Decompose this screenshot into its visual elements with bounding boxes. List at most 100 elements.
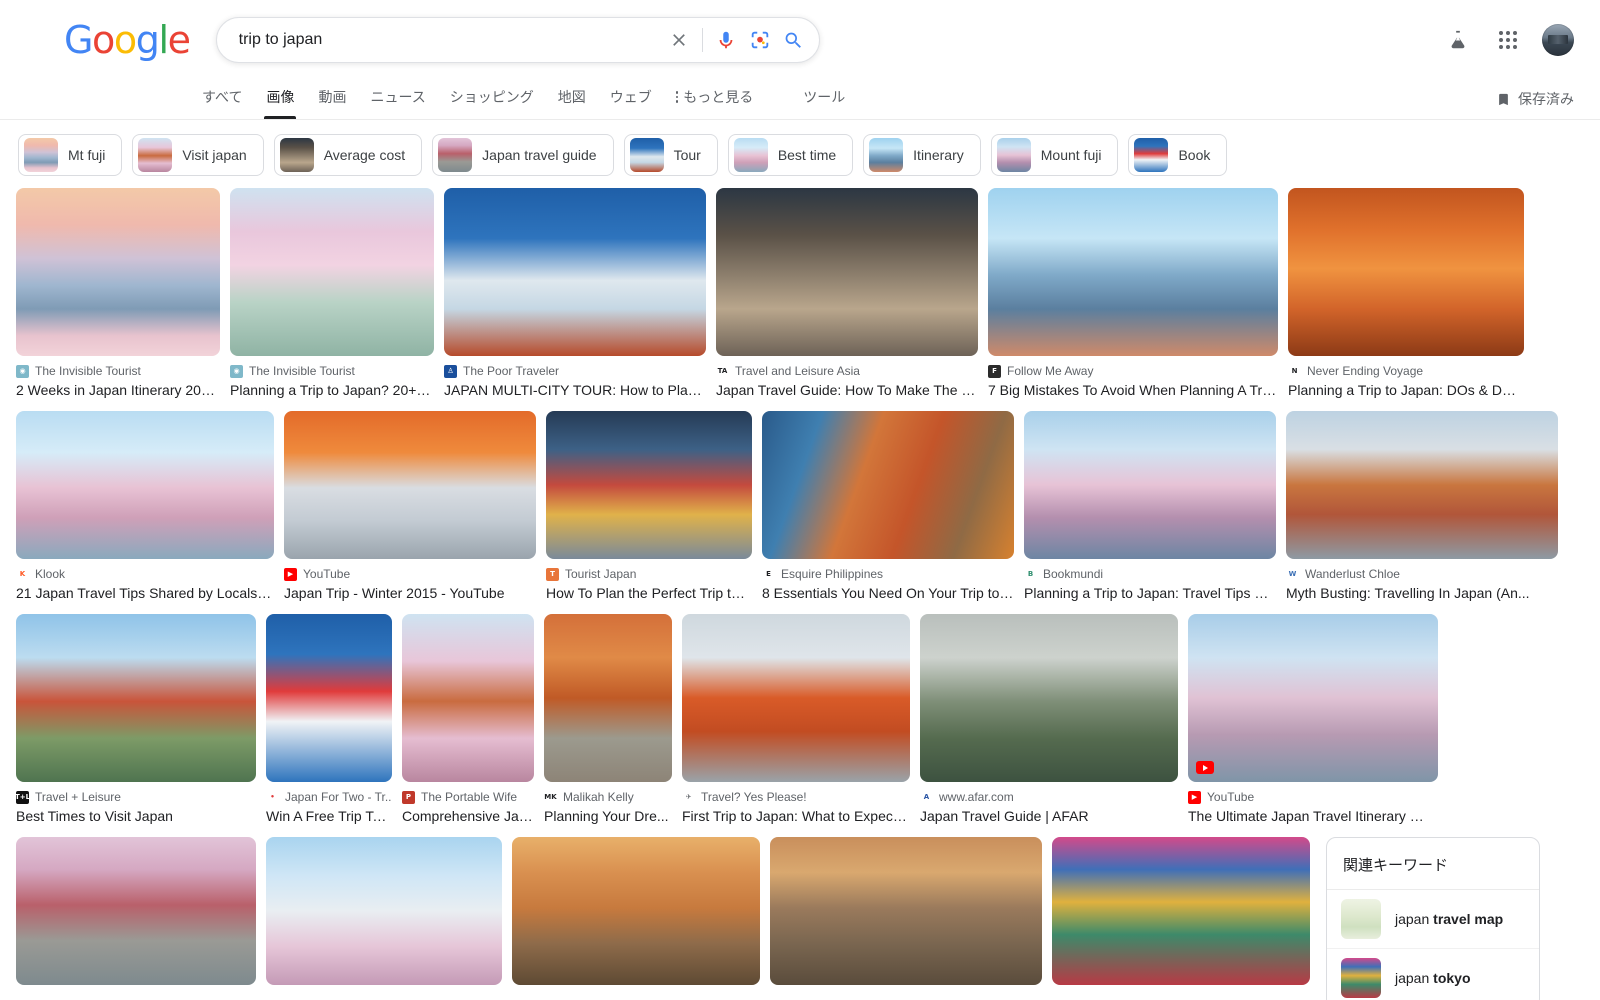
result-title[interactable]: 7 Big Mistakes To Avoid When Planning A … bbox=[988, 381, 1278, 399]
result-title[interactable]: 2 Weeks in Japan Itinerary 2024:... bbox=[16, 381, 220, 399]
google-apps-grid-icon[interactable] bbox=[1492, 24, 1524, 56]
microphone-icon[interactable] bbox=[709, 23, 743, 57]
result-title[interactable]: 8 Essentials You Need On Your Trip to Ja… bbox=[762, 584, 1014, 602]
search-box[interactable] bbox=[215, 17, 820, 63]
result-title[interactable]: Myth Busting: Travelling In Japan (An... bbox=[1286, 584, 1558, 602]
image-result-card[interactable]: W Wanderlust Chloe Myth Busting: Travellin… bbox=[1286, 411, 1558, 602]
image-result-card[interactable] bbox=[1052, 837, 1310, 985]
image-result-card[interactable]: P The Portable Wife Comprehensive Japan Tr… bbox=[402, 614, 534, 825]
filter-chip[interactable]: Best time bbox=[727, 134, 854, 176]
lab-flask-icon[interactable] bbox=[1442, 24, 1474, 56]
image-result-card[interactable]: T Tourist Japan How To Plan the Perfect Tr… bbox=[546, 411, 752, 602]
image-result-card[interactable]: E Esquire Philippines 8 Essentials You Nee… bbox=[762, 411, 1014, 602]
result-title[interactable]: Japan Travel Guide | AFAR bbox=[920, 807, 1178, 825]
result-thumbnail[interactable] bbox=[544, 614, 672, 782]
image-result-card[interactable]: ▶ YouTube The Ultimate Japan Travel Itiner… bbox=[1188, 614, 1438, 825]
tab-maps[interactable]: 地図 bbox=[546, 87, 598, 119]
filter-chip[interactable]: Itinerary bbox=[863, 134, 981, 176]
result-thumbnail[interactable] bbox=[230, 188, 434, 356]
clear-search-icon[interactable] bbox=[662, 23, 696, 57]
image-result-card[interactable]: Awww.afar.com Japan Travel Guide | AFAR bbox=[920, 614, 1178, 825]
result-meta: F Follow Me Away 7 Big Mistakes To Avoid W… bbox=[988, 356, 1278, 399]
result-title[interactable]: Win A Free Trip To ... bbox=[266, 807, 392, 825]
image-result-card[interactable] bbox=[512, 837, 760, 985]
result-title[interactable]: Japan Trip - Winter 2015 - YouTube bbox=[284, 584, 536, 602]
image-result-card[interactable]: N Never Ending Voyage Planning a Trip to J… bbox=[1288, 188, 1524, 399]
filter-chip[interactable]: Average cost bbox=[273, 134, 423, 176]
result-thumbnail[interactable] bbox=[920, 614, 1178, 782]
tab-shopping[interactable]: ショッピング bbox=[438, 87, 546, 119]
image-result-card[interactable]: ▶ YouTube Japan Trip - Winter 2015 - YouTu… bbox=[284, 411, 536, 602]
tab-images[interactable]: 画像 bbox=[254, 87, 306, 119]
result-thumbnail[interactable] bbox=[16, 614, 256, 782]
result-thumbnail[interactable] bbox=[682, 614, 910, 782]
image-result-card[interactable]: T+L Travel + Leisure Best Times to Visit J… bbox=[16, 614, 256, 825]
result-thumbnail[interactable] bbox=[444, 188, 706, 356]
result-thumbnail[interactable] bbox=[546, 411, 752, 559]
result-thumbnail[interactable] bbox=[716, 188, 978, 356]
tab-videos[interactable]: 動画 bbox=[306, 87, 358, 119]
result-thumbnail[interactable] bbox=[1052, 837, 1310, 985]
filter-chip[interactable]: Visit japan bbox=[132, 134, 264, 176]
filter-chip[interactable]: Mount fuji bbox=[990, 134, 1119, 176]
image-result-card[interactable]: F Follow Me Away 7 Big Mistakes To Avoid W… bbox=[988, 188, 1278, 399]
result-thumbnail[interactable] bbox=[1024, 411, 1276, 559]
tab-all[interactable]: すべて bbox=[190, 87, 254, 119]
image-result-card[interactable]: • Japan For Two - Tr... Win A Free Trip To… bbox=[266, 614, 392, 825]
image-result-card[interactable]: ♙ The Poor Traveler JAPAN MULTI-CITY TOUR:… bbox=[444, 188, 706, 399]
result-title[interactable]: Planning a Trip to Japan: Travel Tips an… bbox=[1024, 584, 1276, 602]
image-result-card[interactable] bbox=[16, 837, 256, 985]
image-result-card[interactable]: K Klook 21 Japan Travel Tips Shared by Loc… bbox=[16, 411, 274, 602]
result-thumbnail[interactable] bbox=[770, 837, 1042, 985]
filter-chip[interactable]: Book bbox=[1128, 134, 1228, 176]
result-thumbnail[interactable] bbox=[988, 188, 1278, 356]
result-thumbnail[interactable] bbox=[1188, 614, 1438, 782]
result-title[interactable]: Best Times to Visit Japan bbox=[16, 807, 256, 825]
result-thumbnail[interactable] bbox=[266, 614, 392, 782]
result-thumbnail[interactable] bbox=[762, 411, 1014, 559]
result-thumbnail[interactable] bbox=[1286, 411, 1558, 559]
tab-news[interactable]: ニュース bbox=[358, 87, 437, 119]
google-lens-icon[interactable] bbox=[743, 23, 777, 57]
image-result-card[interactable]: TA Travel and Leisure Asia Japan Travel Gu… bbox=[716, 188, 978, 399]
related-keyword-item[interactable]: japan travel map bbox=[1327, 890, 1539, 949]
image-result-card[interactable]: MK Malikah Kelly Planning Your Dre... bbox=[544, 614, 672, 825]
image-result-card[interactable]: B Bookmundi Planning a Trip to Japan: Trav… bbox=[1024, 411, 1276, 602]
filter-chip[interactable]: Japan travel guide bbox=[432, 134, 614, 176]
search-input[interactable] bbox=[236, 30, 662, 50]
result-thumbnail[interactable] bbox=[16, 411, 274, 559]
result-thumbnail[interactable] bbox=[16, 837, 256, 985]
search-submit-icon[interactable] bbox=[777, 23, 811, 57]
result-title[interactable]: How To Plan the Perfect Trip to J... bbox=[546, 584, 752, 602]
result-title[interactable]: 21 Japan Travel Tips Shared by Locals th… bbox=[16, 584, 274, 602]
image-result-card[interactable]: ◉ The Invisible Tourist 2 Weeks in Japan I… bbox=[16, 188, 220, 399]
related-keyword-item[interactable]: japan tokyo bbox=[1327, 949, 1539, 1000]
result-thumbnail[interactable] bbox=[512, 837, 760, 985]
result-thumbnail[interactable] bbox=[266, 837, 502, 985]
google-logo[interactable]: Google bbox=[64, 21, 191, 59]
result-title[interactable]: Japan Travel Guide: How To Make The Mo..… bbox=[716, 381, 978, 399]
filter-chip[interactable]: Tour bbox=[623, 134, 718, 176]
result-title[interactable]: Planning Your Dre... bbox=[544, 807, 672, 825]
result-title[interactable]: First Trip to Japan: What to Expect- A..… bbox=[682, 807, 910, 825]
result-title[interactable]: Planning a Trip to Japan? 20+ Es... bbox=[230, 381, 434, 399]
tab-web[interactable]: ウェブ bbox=[598, 87, 664, 119]
image-result-card[interactable]: ◉ The Invisible Tourist Planning a Trip to… bbox=[230, 188, 434, 399]
result-thumbnail[interactable] bbox=[16, 188, 220, 356]
result-thumbnail[interactable] bbox=[284, 411, 536, 559]
tab-more[interactable]: もっと見る bbox=[664, 87, 766, 119]
account-avatar[interactable] bbox=[1542, 24, 1574, 56]
image-result-card[interactable]: ✈ Travel? Yes Please! First Trip to Japan:… bbox=[682, 614, 910, 825]
result-title[interactable]: The Ultimate Japan Travel Itinerary 🎌 (2… bbox=[1188, 807, 1438, 825]
result-title[interactable]: Planning a Trip to Japan: DOs & DON'... bbox=[1288, 381, 1524, 399]
result-thumbnail[interactable] bbox=[402, 614, 534, 782]
tab-tools[interactable]: ツール bbox=[791, 87, 857, 119]
result-title[interactable]: Comprehensive Japan Travel Ch... bbox=[402, 807, 534, 825]
related-keyword-prefix: japan bbox=[1395, 911, 1434, 927]
result-title[interactable]: JAPAN MULTI-CITY TOUR: How to Plan a ... bbox=[444, 381, 706, 399]
image-result-card[interactable] bbox=[770, 837, 1042, 985]
result-thumbnail[interactable] bbox=[1288, 188, 1524, 356]
image-result-card[interactable] bbox=[266, 837, 502, 985]
filter-chip[interactable]: Mt fuji bbox=[18, 134, 123, 176]
saved-button[interactable]: 保存済み bbox=[1496, 89, 1574, 109]
